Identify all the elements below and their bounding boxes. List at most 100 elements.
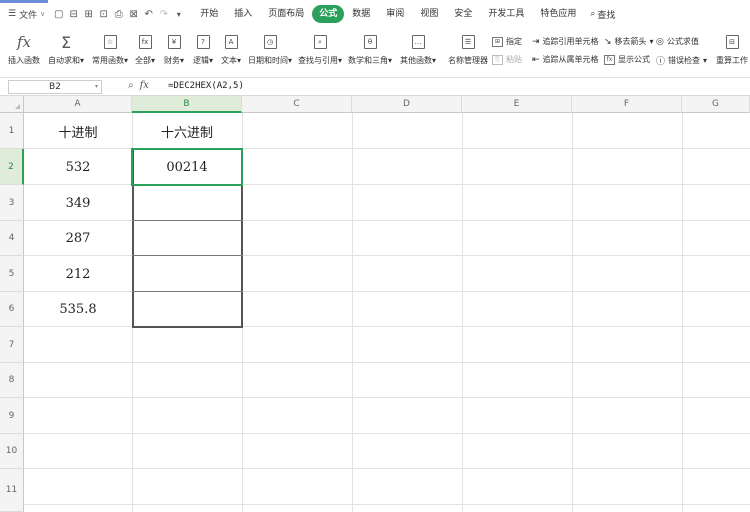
trace-dependents-button[interactable]: ⇤ 追踪从属单元格 bbox=[532, 54, 599, 65]
paste-button[interactable]: ⎘ 粘贴 bbox=[492, 54, 522, 65]
cell-a3[interactable]: 349 bbox=[24, 185, 132, 221]
grid-line bbox=[352, 113, 353, 512]
logic-label: 逻辑▾ bbox=[192, 56, 213, 65]
row-header-5[interactable]: 5 bbox=[0, 256, 24, 292]
row-header-8[interactable]: 8 bbox=[0, 363, 24, 398]
tab-special[interactable]: 特色应用 bbox=[532, 5, 584, 23]
range-inner-line bbox=[132, 291, 243, 292]
hamburger-icon: ☰ bbox=[8, 9, 17, 19]
column-header-f[interactable]: F bbox=[572, 96, 682, 113]
cell-b1[interactable]: 十六进制 bbox=[132, 113, 242, 149]
name-manager-button[interactable]: ☰ 名称管理器 bbox=[448, 32, 488, 66]
range-border-bottom bbox=[132, 326, 243, 328]
text-functions-button[interactable]: A 文本▾ bbox=[220, 32, 242, 66]
row-header-3[interactable]: 3 bbox=[0, 185, 24, 221]
row-header-7[interactable]: 7 bbox=[0, 327, 24, 363]
row-header-11[interactable]: 11 bbox=[0, 469, 24, 512]
paste-label: 粘贴 bbox=[506, 55, 522, 64]
column-header-a[interactable]: A bbox=[24, 96, 132, 113]
row-header-4[interactable]: 4 bbox=[0, 221, 24, 256]
datetime-button[interactable]: ◷ 日期和时间▾ bbox=[248, 32, 292, 66]
column-header-b[interactable]: B bbox=[132, 96, 242, 113]
sigma-icon: Σ bbox=[60, 32, 72, 52]
datetime-label: 日期和时间▾ bbox=[248, 56, 293, 65]
common-functions-button[interactable]: ☆ 常用函数▾ bbox=[92, 32, 128, 66]
all-functions-label: 全部▾ bbox=[134, 56, 155, 65]
column-header-e[interactable]: E bbox=[462, 96, 572, 113]
star-function-icon: ☆ bbox=[103, 35, 117, 49]
cell-a4[interactable]: 287 bbox=[24, 221, 132, 256]
formula-bar: B2 ▾ ⌕ fx =DEC2HEX(A2,5) bbox=[0, 78, 750, 96]
search-button[interactable]: ⌕ 查找 bbox=[590, 8, 615, 21]
spreadsheet-grid[interactable]: A B C D E F G 1 2 3 4 5 6 7 8 9 10 11 十进… bbox=[0, 96, 750, 512]
save-icon[interactable]: ⊞ bbox=[83, 9, 94, 20]
customize-qa-icon[interactable]: ▾ bbox=[173, 10, 184, 19]
error-check-button[interactable]: ⓘ 错误检查 ▾ bbox=[656, 54, 707, 67]
undo-icon[interactable]: ↶ bbox=[143, 9, 154, 20]
print-preview-icon[interactable]: ⊠ bbox=[128, 9, 139, 20]
tab-developer[interactable]: 开发工具 bbox=[480, 5, 532, 23]
finance-button[interactable]: ¥ 财务▾ bbox=[163, 32, 185, 66]
error-check-icon: ⓘ bbox=[656, 57, 666, 67]
zoom-search-icon[interactable]: ⌕ bbox=[128, 80, 134, 91]
row-header-9[interactable]: 9 bbox=[0, 398, 24, 434]
column-header-d[interactable]: D bbox=[352, 96, 462, 113]
select-all-corner[interactable] bbox=[0, 96, 24, 113]
math-label: 数学和三角▾ bbox=[348, 56, 393, 65]
grid-line bbox=[572, 113, 573, 512]
name-box[interactable]: B2 ▾ bbox=[8, 80, 102, 94]
show-formulas-button[interactable]: fx 显示公式 bbox=[604, 54, 650, 65]
row-header-2[interactable]: 2 bbox=[0, 149, 24, 185]
insert-function-button[interactable]: fx 插入函数 bbox=[8, 32, 40, 66]
evaluate-formula-button[interactable]: ◎ 公式求值 bbox=[656, 36, 699, 47]
logic-button[interactable]: ? 逻辑▾ bbox=[192, 32, 214, 66]
tab-data[interactable]: 数据 bbox=[344, 5, 378, 23]
menubar-accent bbox=[0, 0, 48, 3]
column-header-c[interactable]: C bbox=[242, 96, 352, 113]
tab-review[interactable]: 审阅 bbox=[378, 5, 412, 23]
file-menu-button[interactable]: ☰ 文件 ∨ bbox=[0, 8, 51, 21]
tab-insert[interactable]: 插入 bbox=[226, 5, 260, 23]
tab-formulas[interactable]: 公式 bbox=[312, 5, 345, 23]
specify-button[interactable]: ⊞ 指定 bbox=[492, 36, 522, 47]
show-formulas-label: 显示公式 bbox=[618, 55, 650, 64]
autosum-button[interactable]: Σ 自动求和▾ bbox=[48, 32, 84, 66]
insert-function-label: 插入函数 bbox=[8, 56, 40, 65]
open-folder-icon[interactable]: ⊟ bbox=[68, 9, 79, 20]
trace-precedents-button[interactable]: ⇥ 追踪引用单元格 bbox=[532, 36, 599, 47]
formula-input[interactable]: =DEC2HEX(A2,5) bbox=[168, 81, 244, 91]
lookup-button[interactable]: ⌕ 查找与引用▾ bbox=[298, 32, 342, 66]
recalc-label: 重算工作 bbox=[716, 56, 748, 65]
grid-line bbox=[682, 113, 683, 512]
text-functions-label: 文本▾ bbox=[220, 56, 241, 65]
row-header-6[interactable]: 6 bbox=[0, 292, 24, 327]
cell-a5[interactable]: 212 bbox=[24, 256, 132, 292]
tab-home[interactable]: 开始 bbox=[192, 5, 226, 23]
tab-page-layout[interactable]: 页面布局 bbox=[260, 5, 312, 23]
insert-function-icon[interactable]: fx bbox=[140, 80, 149, 91]
cell-a6[interactable]: 535.8 bbox=[24, 292, 132, 327]
tab-view[interactable]: 视图 bbox=[412, 5, 446, 23]
tab-security[interactable]: 安全 bbox=[446, 5, 480, 23]
new-doc-icon[interactable]: ▢ bbox=[53, 9, 64, 20]
evaluate-icon: ◎ bbox=[656, 36, 664, 47]
finance-label: 财务▾ bbox=[163, 56, 184, 65]
recalc-button[interactable]: ⊟ 重算工作 bbox=[716, 32, 748, 66]
paste-icon: ⎘ bbox=[492, 54, 503, 65]
other-functions-button[interactable]: … 其他函数▾ bbox=[400, 32, 436, 66]
export-pdf-icon[interactable]: ⊡ bbox=[98, 9, 109, 20]
row-header-1[interactable]: 1 bbox=[0, 113, 24, 149]
cell-a1[interactable]: 十进制 bbox=[24, 113, 132, 149]
clock-icon: ◷ bbox=[263, 35, 277, 49]
row-header-10[interactable]: 10 bbox=[0, 434, 24, 469]
specify-label: 指定 bbox=[506, 37, 522, 46]
all-functions-button[interactable]: fx 全部▾ bbox=[134, 32, 156, 66]
math-button[interactable]: θ 数学和三角▾ bbox=[348, 32, 392, 66]
cell-a2[interactable]: 532 bbox=[24, 149, 132, 185]
remove-arrows-button[interactable]: ↘ 移去箭头 ▾ bbox=[604, 36, 654, 47]
redo-icon[interactable]: ↷ bbox=[158, 9, 169, 20]
column-header-g[interactable]: G bbox=[682, 96, 750, 113]
print-icon[interactable]: ⎙ bbox=[113, 9, 124, 20]
fx-icon: fx bbox=[16, 33, 31, 51]
math-icon: θ bbox=[363, 35, 377, 49]
